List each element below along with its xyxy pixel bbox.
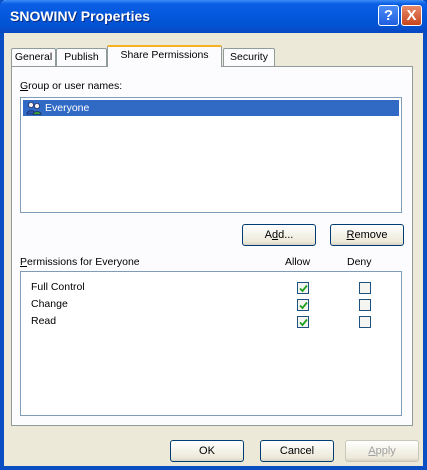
window-title: SNOWINV Properties <box>10 8 151 24</box>
deny-column-header: Deny <box>347 256 372 268</box>
remove-button[interactable]: Remove <box>330 224 404 246</box>
allow-column-header: Allow <box>285 256 311 268</box>
permissions-list: Full Control Change Read <box>20 271 402 416</box>
close-button[interactable]: X <box>401 5 422 26</box>
add-button[interactable]: Add... <box>242 224 316 246</box>
help-button[interactable]: ? <box>378 5 399 26</box>
tab-general[interactable]: General <box>11 48 56 66</box>
permissions-label: Permissions for Everyone <box>20 256 140 268</box>
permission-row-full-control: Full Control <box>21 280 401 297</box>
users-group-icon <box>26 102 42 115</box>
group-user-list[interactable]: Everyone <box>20 97 402 213</box>
allow-read-checkbox[interactable] <box>297 316 309 328</box>
permission-row-change: Change <box>21 297 401 314</box>
deny-full-control-checkbox[interactable] <box>359 282 371 294</box>
deny-read-checkbox[interactable] <box>359 316 371 328</box>
apply-button[interactable]: Apply <box>345 440 419 462</box>
checkmark-icon <box>299 301 308 310</box>
close-icon: X <box>406 7 417 24</box>
checkmark-icon <box>299 318 308 327</box>
permission-name: Read <box>31 315 57 327</box>
tab-publish-label: Publish <box>64 51 99 63</box>
title-bar[interactable]: SNOWINV Properties ? X <box>0 0 427 33</box>
tab-security[interactable]: Security <box>223 48 275 66</box>
permission-name: Full Control <box>31 281 85 293</box>
help-icon: ? <box>383 7 394 24</box>
allow-change-checkbox[interactable] <box>297 299 309 311</box>
deny-change-checkbox[interactable] <box>359 299 371 311</box>
allow-full-control-checkbox[interactable] <box>297 282 309 294</box>
permission-row-read: Read <box>21 314 401 331</box>
permission-name: Change <box>31 298 68 310</box>
tab-general-label: General <box>14 51 53 63</box>
checkmark-icon <box>299 284 308 293</box>
list-item-everyone[interactable]: Everyone <box>23 100 399 116</box>
group-list-label: Group or user names: <box>20 80 123 92</box>
tab-share-permissions[interactable]: Share Permissions <box>107 45 222 67</box>
tab-publish[interactable]: Publish <box>56 48 107 66</box>
ok-button[interactable]: OK <box>170 440 244 462</box>
list-item-label: Everyone <box>45 102 90 114</box>
tab-share-permissions-label: Share Permissions <box>120 49 209 61</box>
tab-security-label: Security <box>230 51 268 63</box>
cancel-button[interactable]: Cancel <box>260 440 334 462</box>
